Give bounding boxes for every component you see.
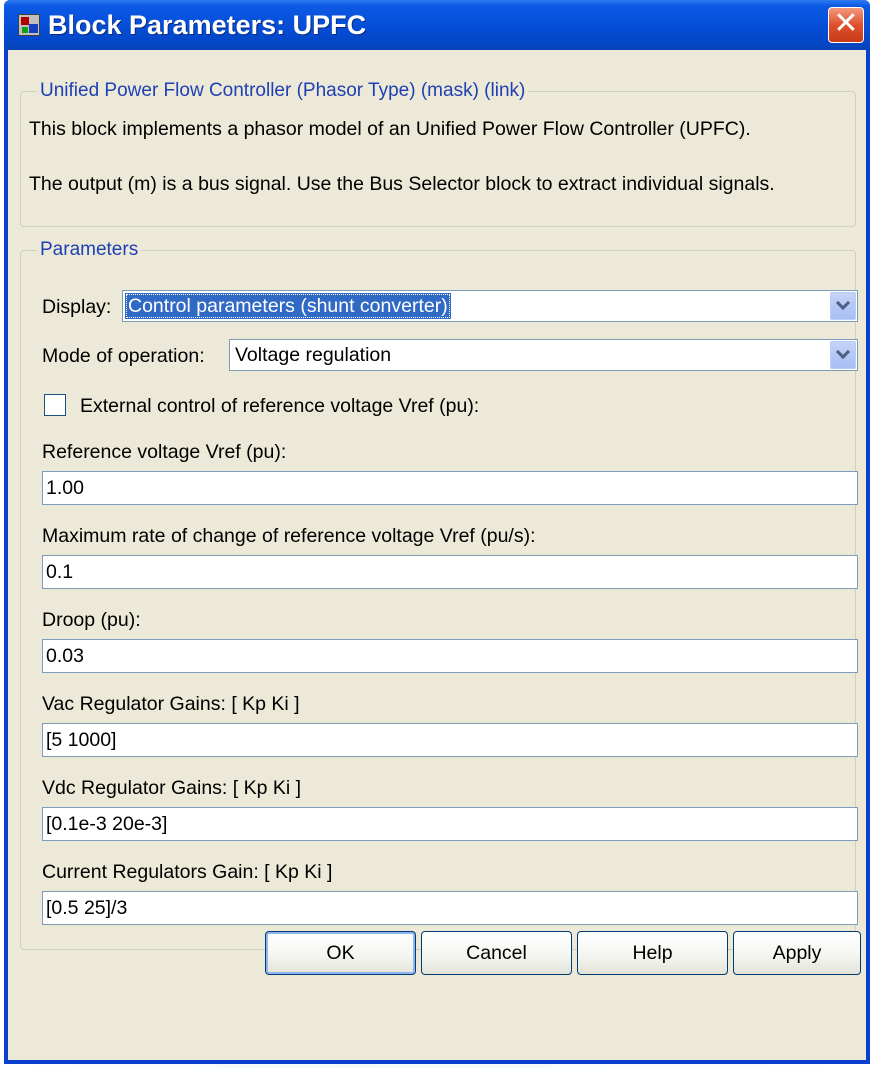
external-control-label: External control of reference voltage Vr… [80,395,480,417]
cancel-button[interactable]: Cancel [421,931,572,975]
description-legend: Unified Power Flow Controller (Phasor Ty… [37,80,529,102]
title-bar[interactable]: Block Parameters: UPFC ✕ [4,0,870,50]
vref-input[interactable]: 1.00 [42,471,858,505]
display-label: Display: [42,296,112,318]
block-parameters-dialog: Block Parameters: UPFC ✕ Unified Power F… [4,0,870,1064]
vdc-gains-input[interactable]: [0.1e-3 20e-3] [42,807,858,841]
display-dropdown[interactable]: Control parameters (shunt converter) [122,290,858,322]
screen: Block Parameters: UPFC ✕ Unified Power F… [0,0,877,1068]
mode-label: Mode of operation: [42,345,205,367]
ok-button[interactable]: OK [265,931,416,975]
dialog-client-area: Unified Power Flow Controller (Phasor Ty… [8,50,866,1060]
apply-button[interactable]: Apply [733,931,861,975]
vdc-gains-label: Vdc Regulator Gains: [ Kp Ki ] [42,777,302,799]
vref-rate-input[interactable]: 0.1 [42,555,858,589]
parameters-legend: Parameters [37,239,142,261]
vac-gains-input[interactable]: [5 1000] [42,723,858,757]
display-selected-value: Control parameters (shunt converter) [125,293,451,319]
description-line-1: This block implements a phasor model of … [29,118,751,140]
vac-gains-label: Vac Regulator Gains: [ Kp Ki ] [42,693,300,715]
external-control-checkbox[interactable] [44,394,66,416]
chevron-down-icon[interactable] [830,292,856,320]
close-icon: ✕ [833,6,859,41]
mode-selected-value: Voltage regulation [235,344,392,366]
description-line-2: The output (m) is a bus signal. Use the … [29,173,775,195]
close-button[interactable]: ✕ [828,7,864,43]
window-title: Block Parameters: UPFC [48,10,367,40]
current-gain-label: Current Regulators Gain: [ Kp Ki ] [42,861,333,883]
vref-label: Reference voltage Vref (pu): [42,441,287,463]
help-button[interactable]: Help [577,931,728,975]
description-group: Unified Power Flow Controller (Phasor Ty… [20,80,856,227]
current-gain-input[interactable]: [0.5 25]/3 [42,891,858,925]
droop-label: Droop (pu): [42,609,141,631]
droop-input[interactable]: 0.03 [42,639,858,673]
mode-of-operation-dropdown[interactable]: Voltage regulation [229,339,858,371]
vref-rate-label: Maximum rate of change of reference volt… [42,525,536,547]
chevron-down-icon[interactable] [830,341,856,369]
simulink-block-icon [18,14,40,36]
